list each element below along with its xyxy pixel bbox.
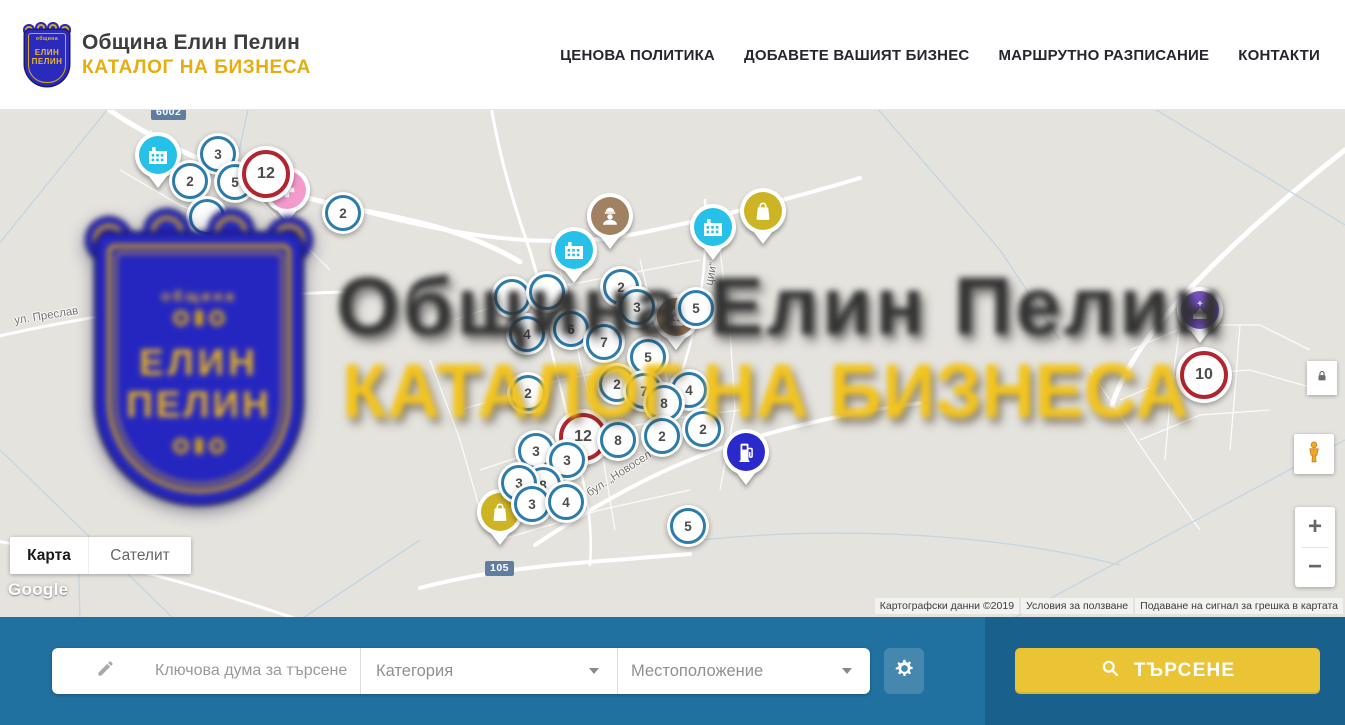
shopping-bag-pin[interactable] xyxy=(740,188,786,244)
street-label: ул. Преслав xyxy=(13,305,79,327)
cluster-marker[interactable] xyxy=(186,196,228,238)
site-subtitle: КАТАЛОГ НА БИЗНЕСА xyxy=(82,57,311,79)
attribution-report-link[interactable]: Подаване на сигнал за грешка в картата xyxy=(1135,598,1343,614)
location-select[interactable]: Местоположение xyxy=(617,648,870,694)
road-label: 6002 xyxy=(151,110,186,120)
cluster-marker[interactable]: 12 xyxy=(238,146,294,202)
cluster-marker[interactable]: 7 xyxy=(583,321,625,363)
street-label: ции“ xyxy=(703,261,720,286)
nav-pricing-policy[interactable]: ЦЕНОВА ПОЛИТИКА xyxy=(560,47,715,64)
nav-route-schedule[interactable]: МАРШРУТНО РАЗПИСАНИЕ xyxy=(998,47,1209,64)
zoom-control: + − xyxy=(1295,507,1335,587)
markers-layer: 6002105ул. Преславбул. „Новоселции“32512… xyxy=(0,110,1345,617)
zoom-out-button[interactable]: − xyxy=(1295,548,1335,587)
map-type-control: Карта Сателит xyxy=(10,537,191,574)
site-logo[interactable]: община ЕЛИН ПЕЛИН Община Елин Пелин КАТА… xyxy=(22,24,311,86)
pencil-icon xyxy=(96,659,115,683)
lock-button[interactable] xyxy=(1307,361,1337,395)
site-title: Община Елин Пелин xyxy=(82,31,311,55)
main-nav: ЦЕНОВА ПОЛИТИКА ДОБАВЕТЕ ВАШИЯТ БИЗНЕС М… xyxy=(560,0,1320,110)
cluster-marker[interactable] xyxy=(526,271,568,313)
fuel-pin[interactable] xyxy=(723,429,769,485)
municipality-crest-icon: община ЕЛИН ПЕЛИН xyxy=(22,24,72,86)
map-type-satellite-button[interactable]: Сателит xyxy=(88,537,191,574)
google-logo[interactable]: Google xyxy=(8,580,68,600)
nav-add-your-business[interactable]: ДОБАВЕТЕ ВАШИЯТ БИЗНЕС xyxy=(744,47,969,64)
search-button[interactable]: ТЪРСЕНЕ xyxy=(1015,648,1320,694)
keyword-search-input[interactable] xyxy=(155,662,355,680)
cluster-marker[interactable]: 4 xyxy=(545,481,587,523)
church-pin[interactable] xyxy=(1177,287,1223,343)
map-attribution: Картографски данни ©2019 Условия за полз… xyxy=(875,598,1343,614)
chevron-down-icon xyxy=(842,668,852,674)
gear-icon xyxy=(894,658,915,684)
cluster-marker[interactable]: 10 xyxy=(1176,347,1232,403)
attribution-data-notice: Картографски данни ©2019 xyxy=(875,598,1019,614)
pegman-icon xyxy=(1302,440,1326,469)
cluster-marker[interactable]: 5 xyxy=(667,505,709,547)
nav-contacts[interactable]: КОНТАКТИ xyxy=(1238,47,1320,64)
search-icon xyxy=(1100,658,1121,685)
search-fields: Категория Местоположение xyxy=(52,648,870,694)
page: община ЕЛИН ПЕЛИН Община Елин Пелин КАТА… xyxy=(0,0,1345,725)
zoom-in-button[interactable]: + xyxy=(1295,508,1335,547)
attribution-terms-link[interactable]: Условия за ползване xyxy=(1021,598,1133,614)
category-select[interactable]: Категория xyxy=(360,648,617,694)
map-type-map-button[interactable]: Карта xyxy=(10,537,88,574)
padlock-icon xyxy=(1315,369,1329,388)
advanced-search-button[interactable] xyxy=(884,648,924,694)
chevron-down-icon xyxy=(589,668,599,674)
header: община ЕЛИН ПЕЛИН Община Елин Пелин КАТА… xyxy=(0,0,1345,110)
cluster-marker[interactable]: 2 xyxy=(682,408,724,450)
cluster-marker[interactable]: 8 xyxy=(597,419,639,461)
cluster-marker[interactable]: 2 xyxy=(507,372,549,414)
cluster-marker[interactable]: 5 xyxy=(675,287,717,329)
street-view-pegman-button[interactable] xyxy=(1294,434,1334,474)
road-label: 105 xyxy=(485,561,514,576)
cluster-marker[interactable]: 2 xyxy=(322,192,364,234)
search-bar: Категория Местоположение ТЪРСЕНЕ xyxy=(0,617,1345,725)
map-canvas[interactable]: 6002105ул. Преславбул. „Новоселции“32512… xyxy=(0,110,1345,617)
keyword-field-wrap xyxy=(52,648,360,694)
cluster-marker[interactable]: 2 xyxy=(641,415,683,457)
factory-pin[interactable] xyxy=(690,204,736,260)
cluster-marker[interactable]: 4 xyxy=(506,313,548,355)
